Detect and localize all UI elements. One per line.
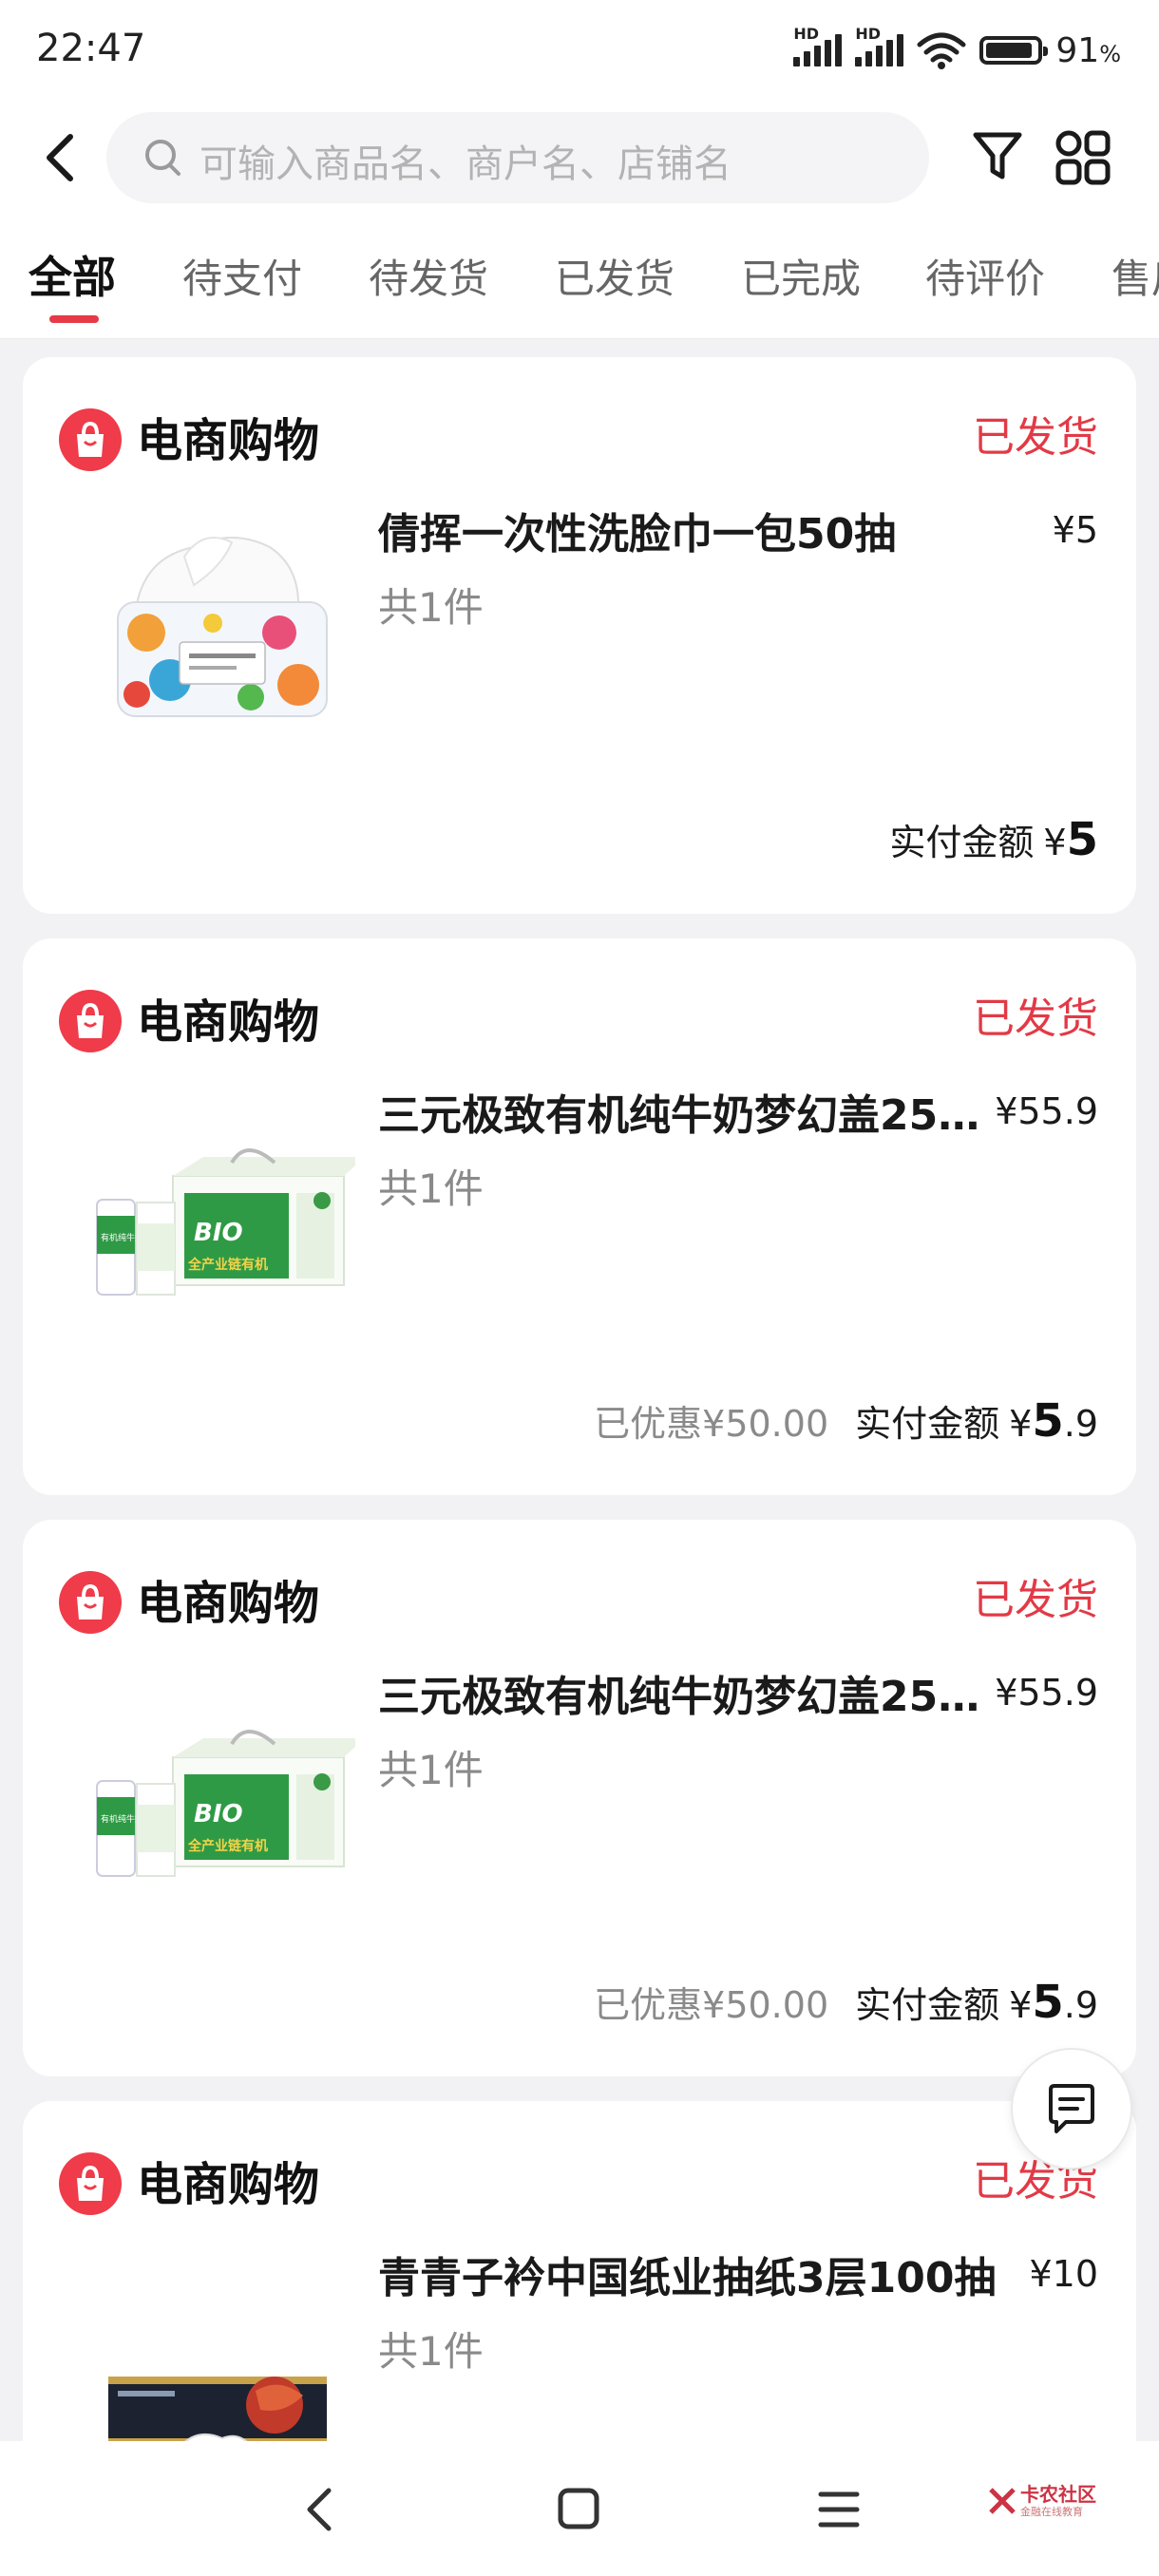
order-summary: 已优惠¥50.00 实付金额 ¥5.9 bbox=[594, 1394, 1098, 1448]
paid-amount-label: 实付金额 bbox=[889, 822, 1035, 863]
paid-amount-label: 实付金额 bbox=[855, 1403, 1000, 1445]
item-count: 共1件 bbox=[378, 1165, 484, 1212]
filter-icon[interactable] bbox=[971, 129, 1024, 184]
order-summary: 实付金额 ¥5 bbox=[889, 813, 1098, 866]
shop-bag-icon bbox=[59, 408, 122, 471]
shop-name[interactable]: 电商购物 bbox=[137, 1565, 319, 1632]
status-time: 22:47 bbox=[36, 27, 146, 70]
tab-pending-shipment[interactable]: 待发货 bbox=[369, 247, 488, 305]
watermark-subtext: 金融在线教育 bbox=[1020, 2506, 1083, 2518]
milk-slogan-text: 全产业链有机 bbox=[187, 1257, 268, 1273]
product-name[interactable]: 三元极致有机纯牛奶梦幻盖250ml×12盒 bbox=[378, 1662, 1005, 1723]
shop-bag-icon bbox=[59, 1571, 122, 1634]
battery-percent: 91% bbox=[1055, 30, 1121, 70]
product-name[interactable]: 青青子衿中国纸业抽纸3层100抽 bbox=[378, 2244, 1005, 2304]
tab-completed[interactable]: 已完成 bbox=[741, 247, 861, 305]
shop-bag-icon bbox=[59, 990, 122, 1052]
order-status: 已发货 bbox=[973, 1576, 1098, 1624]
tab-after-sales[interactable]: 售后 bbox=[1112, 247, 1159, 305]
product-price: ¥5 bbox=[1052, 509, 1098, 551]
product-image-milk-box[interactable]: BIO 全产业链有机 有机纯牛奶 bbox=[80, 1653, 355, 1928]
product-price: ¥55.9 bbox=[995, 1672, 1098, 1714]
shop-name[interactable]: 电商购物 bbox=[137, 403, 319, 469]
search-icon bbox=[145, 140, 180, 176]
paid-amount-label: 实付金额 bbox=[855, 1984, 1000, 2026]
tab-all[interactable]: 全部 bbox=[28, 243, 116, 323]
tab-pending-review[interactable]: 待评价 bbox=[925, 247, 1045, 305]
order-status: 已发货 bbox=[973, 994, 1098, 1043]
nav-back-icon[interactable] bbox=[300, 2483, 338, 2536]
order-card[interactable]: 电商购物 已发货 青青子衿中国纸业抽纸3层100抽 ¥10 共1件 bbox=[23, 2101, 1136, 2500]
product-price: ¥55.9 bbox=[995, 1090, 1098, 1132]
order-card[interactable]: 电商购物 已发货 BIO 全产业链有机 有机纯牛奶 三元极致有机纯牛奶梦幻盖25… bbox=[23, 938, 1136, 1495]
tab-pending-payment[interactable]: 待支付 bbox=[182, 247, 302, 305]
chat-icon bbox=[1049, 2084, 1094, 2133]
search-input[interactable]: 可输入商品名、商户名、店铺名 bbox=[106, 112, 929, 203]
status-icons: HD HD 91% bbox=[793, 25, 1121, 72]
shop-name[interactable]: 电商购物 bbox=[137, 984, 319, 1051]
order-card[interactable]: 电商购物 已发货 倩挥一次性洗脸巾一包50抽 ¥5 共1件 实付金额 ¥5 bbox=[23, 357, 1136, 914]
watermark: 卡农社区 金融在线教育 bbox=[988, 2485, 1096, 2517]
status-bar: 22:47 HD HD 91% bbox=[0, 0, 1159, 104]
order-summary: 已优惠¥50.00 实付金额 ¥5.9 bbox=[594, 1976, 1098, 2029]
order-card[interactable]: 电商购物 已发货 BIO 全产业链有机 有机纯牛奶 三元极致有机纯牛奶梦幻盖25… bbox=[23, 1520, 1136, 2076]
milk-badge-text: BIO bbox=[194, 1800, 243, 1828]
shop-name[interactable]: 电商购物 bbox=[137, 2147, 319, 2213]
order-tabs: 全部 待支付 待发货 已发货 已完成 待评价 售后 bbox=[0, 209, 1159, 339]
order-status: 已发货 bbox=[973, 413, 1098, 462]
system-nav-bar: 卡农社区 金融在线教育 bbox=[0, 2441, 1159, 2576]
grid-menu-icon[interactable] bbox=[1054, 129, 1112, 186]
customer-service-button[interactable] bbox=[1011, 2048, 1132, 2169]
search-placeholder: 可输入商品名、商户名、店铺名 bbox=[200, 142, 732, 186]
paid-amount: ¥5.9 bbox=[1009, 1394, 1098, 1448]
shop-bag-icon bbox=[59, 2152, 122, 2215]
back-icon[interactable] bbox=[38, 131, 86, 184]
paid-amount: ¥5.9 bbox=[1009, 1976, 1098, 2029]
tab-shipped[interactable]: 已发货 bbox=[555, 247, 674, 305]
product-name[interactable]: 三元极致有机纯牛奶梦幻盖250ml×12盒 bbox=[378, 1081, 1005, 1142]
watermark-logo-icon bbox=[989, 2488, 1016, 2514]
battery-icon bbox=[979, 36, 1049, 65]
signal-icon: HD bbox=[793, 25, 843, 66]
item-count: 共1件 bbox=[378, 1747, 484, 1793]
product-image-milk-box[interactable]: BIO 全产业链有机 有机纯牛奶 bbox=[80, 1071, 355, 1347]
product-price: ¥10 bbox=[1029, 2253, 1098, 2295]
nav-menu-icon[interactable] bbox=[817, 2483, 861, 2536]
product-image-face-towel[interactable] bbox=[80, 490, 355, 766]
paid-amount: ¥5 bbox=[1043, 813, 1098, 866]
active-tab-indicator bbox=[49, 315, 99, 323]
milk-badge-text: BIO bbox=[194, 1219, 243, 1247]
top-bar: 可输入商品名、商户名、店铺名 bbox=[0, 104, 1159, 209]
discount-amount: 已优惠¥50.00 bbox=[594, 1984, 829, 2026]
nav-home-icon[interactable] bbox=[557, 2483, 600, 2536]
milk-slogan-text: 全产业链有机 bbox=[187, 1838, 268, 1854]
watermark-text: 卡农社区 bbox=[1020, 2483, 1096, 2506]
wifi-icon bbox=[917, 32, 966, 69]
item-count: 共1件 bbox=[378, 584, 484, 631]
signal-icon: HD bbox=[855, 25, 904, 66]
discount-amount: 已优惠¥50.00 bbox=[594, 1403, 829, 1445]
product-name[interactable]: 倩挥一次性洗脸巾一包50抽 bbox=[378, 500, 948, 560]
item-count: 共1件 bbox=[378, 2328, 484, 2375]
